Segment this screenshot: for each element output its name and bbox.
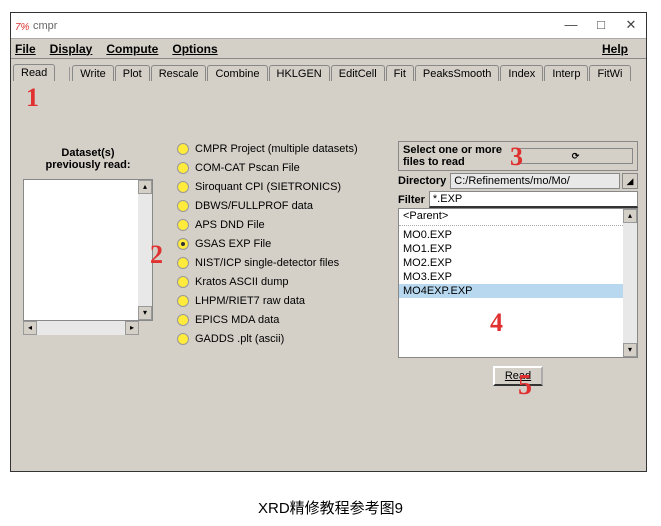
scroll-right-icon[interactable]: ▸ bbox=[125, 321, 139, 335]
window-buttons: — □ ✕ bbox=[556, 14, 646, 38]
file-item[interactable]: MO2.EXP bbox=[399, 256, 637, 270]
format-label: COM-CAT Pscan File bbox=[195, 162, 300, 174]
format-label: CMPR Project (multiple datasets) bbox=[195, 143, 358, 155]
format-radio[interactable]: COM-CAT Pscan File bbox=[177, 162, 358, 174]
format-radio[interactable]: EPICS MDA data bbox=[177, 314, 358, 326]
format-label: GSAS EXP File bbox=[195, 238, 271, 250]
close-button[interactable]: ✕ bbox=[616, 14, 646, 38]
radio-icon bbox=[177, 143, 189, 155]
svg-text:7%: 7% bbox=[15, 22, 29, 33]
listbox-scrollbar-y[interactable]: ▴ ▾ bbox=[138, 180, 152, 320]
radio-icon bbox=[177, 219, 189, 231]
read-button[interactable]: Read bbox=[493, 366, 543, 386]
tab-combine[interactable]: Combine bbox=[207, 65, 267, 81]
menu-options[interactable]: Options bbox=[172, 42, 217, 56]
file-list[interactable]: <Parent> MO0.EXP MO1.EXP MO2.EXP MO3.EXP… bbox=[398, 208, 638, 358]
radio-icon bbox=[177, 314, 189, 326]
radio-icon bbox=[177, 295, 189, 307]
file-panel-header: Select one or more files to read ⟳ bbox=[398, 141, 638, 171]
directory-field[interactable]: C:/Refinements/mo/Mo/ bbox=[450, 173, 620, 189]
file-list-divider bbox=[399, 225, 637, 226]
file-panel-title: Select one or more files to read bbox=[403, 144, 516, 168]
format-label: DBWS/FULLPROF data bbox=[195, 200, 313, 212]
format-label: EPICS MDA data bbox=[195, 314, 279, 326]
content-area: Dataset(s) previously read: ▴ ▾ ◂ ▸ CMPR… bbox=[11, 81, 646, 469]
scroll-down-icon[interactable]: ▾ bbox=[623, 343, 637, 357]
tab-write[interactable]: Write bbox=[72, 65, 113, 81]
format-radio[interactable]: LHPM/RIET7 raw data bbox=[177, 295, 358, 307]
file-panel: Select one or more files to read ⟳ Direc… bbox=[398, 141, 638, 382]
read-button-wrap: Read bbox=[398, 370, 638, 382]
refresh-icon[interactable]: ⟳ bbox=[518, 148, 633, 164]
format-radio-group: CMPR Project (multiple datasets) COM-CAT… bbox=[177, 143, 358, 352]
file-item[interactable]: MO3.EXP bbox=[399, 270, 637, 284]
format-radio[interactable]: Siroquant CPI (SIETRONICS) bbox=[177, 181, 358, 193]
tab-fit[interactable]: Fit bbox=[386, 65, 414, 81]
filter-input[interactable]: *.EXP bbox=[429, 191, 638, 208]
tab-bar: Read Write Plot Rescale Combine HKLGEN E… bbox=[11, 59, 646, 81]
listbox-scrollbar-x[interactable]: ◂ ▸ bbox=[23, 321, 139, 335]
file-item-parent[interactable]: <Parent> bbox=[399, 209, 637, 223]
dataset-listbox[interactable]: ▴ ▾ bbox=[23, 179, 153, 321]
format-label: LHPM/RIET7 raw data bbox=[195, 295, 305, 307]
menu-file[interactable]: File bbox=[15, 42, 36, 56]
tab-rescale[interactable]: Rescale bbox=[151, 65, 207, 81]
app-icon: 7% bbox=[15, 19, 29, 33]
format-label: Siroquant CPI (SIETRONICS) bbox=[195, 181, 341, 193]
radio-icon-selected bbox=[177, 238, 189, 250]
file-item[interactable]: MO0.EXP bbox=[399, 228, 637, 242]
format-label: GADDS .plt (ascii) bbox=[195, 333, 284, 345]
window-title: cmpr bbox=[33, 20, 556, 32]
radio-icon bbox=[177, 257, 189, 269]
tab-peakssmooth[interactable]: PeaksSmooth bbox=[415, 65, 499, 81]
directory-row: Directory C:/Refinements/mo/Mo/ ◢ bbox=[398, 173, 638, 189]
scroll-up-icon[interactable]: ▴ bbox=[623, 209, 637, 223]
maximize-button[interactable]: □ bbox=[586, 14, 616, 38]
filelist-scrollbar[interactable]: ▴ ▾ bbox=[623, 209, 637, 357]
format-radio[interactable]: APS DND File bbox=[177, 219, 358, 231]
figure-caption: XRD精修教程参考图9 bbox=[0, 497, 661, 518]
radio-icon bbox=[177, 333, 189, 345]
scroll-down-icon[interactable]: ▾ bbox=[138, 306, 152, 320]
dataset-label: Dataset(s) previously read: bbox=[33, 147, 143, 171]
filter-label: Filter bbox=[398, 194, 425, 206]
file-item-selected[interactable]: MO4EXP.EXP bbox=[399, 284, 637, 298]
radio-icon bbox=[177, 276, 189, 288]
format-radio[interactable]: Kratos ASCII dump bbox=[177, 276, 358, 288]
tab-fitwi[interactable]: FitWi bbox=[589, 65, 630, 81]
tab-editcell[interactable]: EditCell bbox=[331, 65, 385, 81]
filter-row: Filter *.EXP bbox=[398, 191, 638, 208]
titlebar: 7% cmpr — □ ✕ bbox=[11, 13, 646, 39]
format-label: Kratos ASCII dump bbox=[195, 276, 289, 288]
directory-dropdown-icon[interactable]: ◢ bbox=[622, 173, 638, 189]
app-window: 7% cmpr — □ ✕ File Display Compute Optio… bbox=[10, 12, 647, 472]
minimize-button[interactable]: — bbox=[556, 14, 586, 38]
format-radio-selected[interactable]: GSAS EXP File bbox=[177, 238, 358, 250]
scroll-left-icon[interactable]: ◂ bbox=[23, 321, 37, 335]
format-radio[interactable]: CMPR Project (multiple datasets) bbox=[177, 143, 358, 155]
menu-help[interactable]: Help bbox=[602, 42, 628, 56]
scroll-up-icon[interactable]: ▴ bbox=[138, 180, 152, 194]
format-radio[interactable]: GADDS .plt (ascii) bbox=[177, 333, 358, 345]
radio-icon bbox=[177, 181, 189, 193]
format-label: NIST/ICP single-detector files bbox=[195, 257, 339, 269]
tab-read[interactable]: Read bbox=[13, 64, 55, 81]
file-item[interactable]: MO1.EXP bbox=[399, 242, 637, 256]
radio-icon bbox=[177, 200, 189, 212]
menu-display[interactable]: Display bbox=[50, 42, 93, 56]
tab-hklgen[interactable]: HKLGEN bbox=[269, 65, 330, 81]
menubar: File Display Compute Options Help bbox=[11, 39, 646, 59]
directory-label: Directory bbox=[398, 175, 446, 187]
menu-compute[interactable]: Compute bbox=[106, 42, 158, 56]
tab-index[interactable]: Index bbox=[500, 65, 543, 81]
tab-plot[interactable]: Plot bbox=[115, 65, 150, 81]
format-label: APS DND File bbox=[195, 219, 265, 231]
radio-icon bbox=[177, 162, 189, 174]
format-radio[interactable]: DBWS/FULLPROF data bbox=[177, 200, 358, 212]
format-radio[interactable]: NIST/ICP single-detector files bbox=[177, 257, 358, 269]
tab-interp[interactable]: Interp bbox=[544, 65, 588, 81]
